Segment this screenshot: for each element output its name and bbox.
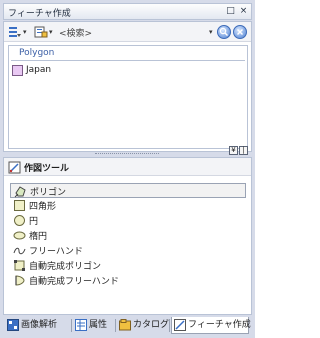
template-item-label: Japan: [26, 65, 52, 75]
create-features-icon: [174, 319, 186, 331]
ellipse-icon: [13, 229, 26, 242]
close-button[interactable]: ×: [238, 6, 249, 17]
polygon-symbol-swatch: [12, 65, 23, 76]
circle-icon: [13, 214, 26, 227]
view-dropdown-arrow[interactable]: ▾: [49, 28, 53, 36]
tool-label: 四角形: [29, 202, 57, 212]
template-list: Polygon Japan: [8, 45, 248, 149]
tool-ellipse[interactable]: 楕円: [10, 228, 246, 243]
tool-freehand[interactable]: フリーハンド: [10, 243, 246, 258]
tool-rectangle[interactable]: 四角形: [10, 198, 246, 213]
group-divider: [11, 60, 245, 61]
tool-label: ポリゴン: [30, 188, 67, 198]
search-input[interactable]: <検索>: [59, 26, 92, 39]
tab-image-analysis[interactable]: 画像解析: [5, 317, 57, 334]
organize-templates-icon[interactable]: [8, 25, 22, 39]
collapse-panel-icon[interactable]: ¥: [229, 146, 238, 155]
tool-polygon[interactable]: ポリゴン: [10, 183, 246, 198]
pin-button[interactable]: □: [225, 6, 236, 17]
tab-label: 属性: [89, 320, 108, 330]
templates-panel: ▾ ▾ <検索> ▾ Polygon Japan: [3, 21, 252, 152]
construction-tools-icon: [8, 161, 21, 174]
filter-dropdown-arrow[interactable]: ▾: [23, 28, 27, 36]
template-item-japan[interactable]: Japan: [11, 64, 55, 77]
construction-tools-header: 作図ツール: [4, 158, 251, 176]
search-dropdown-arrow[interactable]: ▾: [209, 28, 213, 36]
rectangle-icon: [13, 199, 26, 212]
templates-toolbar: ▾ ▾ <検索> ▾: [4, 22, 251, 42]
freehand-icon: [13, 244, 26, 257]
tool-circle[interactable]: 円: [10, 213, 246, 228]
tab-catalog[interactable]: カタログ: [117, 317, 169, 334]
tab-separator: [115, 319, 116, 332]
template-properties-icon[interactable]: [34, 25, 48, 39]
tab-label: フィーチャ作成: [188, 320, 251, 330]
tool-label: 自動完成フリーハンド: [29, 277, 119, 287]
search-icon: [219, 27, 228, 36]
clear-search-button[interactable]: [233, 25, 247, 39]
tab-attributes[interactable]: 属性: [73, 317, 107, 334]
catalog-icon: [119, 319, 131, 331]
window-title: フィーチャ作成: [8, 9, 71, 19]
auto-complete-polygon-icon: [13, 259, 26, 272]
splitter-grip[interactable]: [95, 153, 159, 155]
tab-label: 画像解析: [21, 320, 58, 330]
tool-label: 円: [29, 217, 39, 227]
tool-auto-complete-polygon[interactable]: 自動完成ポリゴン: [10, 258, 246, 273]
create-features-window: フィーチャ作成 □ × ▾ ▾ <検索> ▾ Polygon Japan ¥ |…: [0, 0, 255, 338]
dock-tabs: 画像解析 属性 カタログ フィーチャ作成: [3, 316, 252, 335]
tool-label: フリーハンド: [29, 247, 83, 257]
construction-tool-list: ポリゴン 四角形 円 楕円 フリーハンド 自動完成ポリゴン 自動完成フリーハンド: [10, 183, 246, 288]
auto-complete-freehand-icon: [13, 274, 26, 287]
split-panel-icon[interactable]: |: [239, 146, 248, 155]
tab-create-features[interactable]: フィーチャ作成: [171, 317, 251, 334]
attributes-icon: [75, 319, 87, 331]
construction-tools-panel: 作図ツール ポリゴン 四角形 円 楕円 フリーハンド 自動完成ポリゴン 自動完成…: [3, 157, 252, 315]
panel-toggle-buttons: ¥ |: [229, 145, 251, 155]
tool-label: 楕円: [29, 232, 48, 242]
search-button[interactable]: [217, 25, 231, 39]
tool-auto-complete-freehand[interactable]: 自動完成フリーハンド: [10, 273, 246, 288]
template-group-header: Polygon: [19, 48, 55, 58]
tab-separator: [169, 319, 170, 332]
image-analysis-icon: [7, 319, 19, 331]
polygon-icon: [14, 185, 27, 198]
construction-tools-title: 作図ツール: [24, 164, 70, 174]
clear-icon: [237, 29, 243, 35]
tab-label: カタログ: [133, 320, 170, 330]
tab-separator: [71, 319, 72, 332]
tool-label: 自動完成ポリゴン: [29, 262, 102, 272]
window-titlebar: フィーチャ作成 □ ×: [3, 3, 252, 20]
